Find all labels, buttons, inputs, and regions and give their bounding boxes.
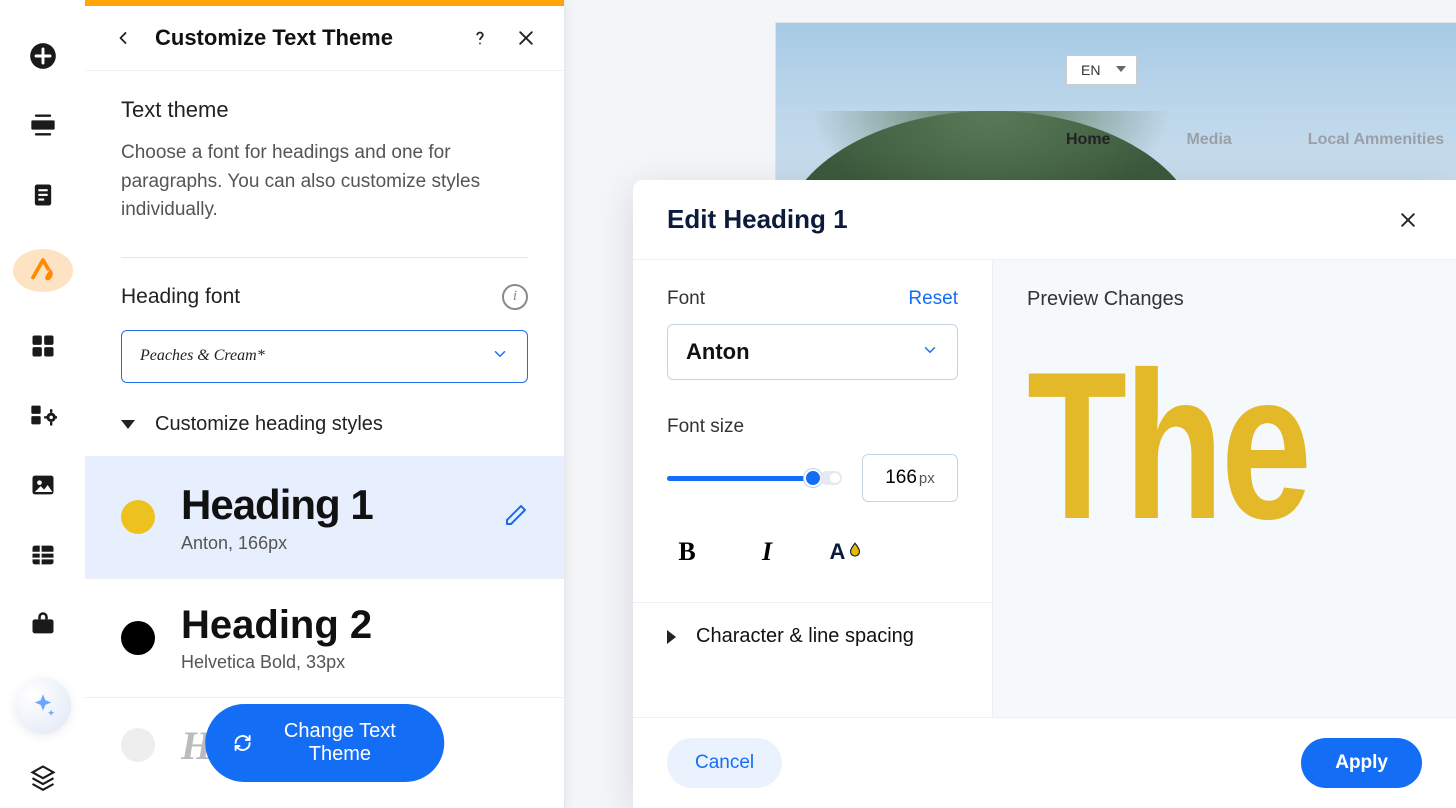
preview-sample: The xyxy=(1027,341,1335,551)
font-label-row: Font Reset xyxy=(667,288,958,310)
text-theme-panel: Customize Text Theme Text theme Choose a… xyxy=(85,0,565,808)
help-icon[interactable] xyxy=(466,24,494,52)
font-label: Font xyxy=(667,288,705,310)
heading-font-label-row: Heading font i xyxy=(121,284,528,310)
color-swatch xyxy=(121,500,155,534)
heading-card-main: Heading 1 Anton, 166px xyxy=(181,481,478,554)
media-icon[interactable] xyxy=(21,469,65,501)
preview-pane: Preview Changes The xyxy=(993,260,1456,717)
left-rail xyxy=(0,0,85,808)
design-icon[interactable] xyxy=(13,249,73,292)
divider xyxy=(121,257,528,258)
ai-assistant-icon[interactable] xyxy=(15,678,71,734)
settings-icon[interactable] xyxy=(21,400,65,432)
nav-item-home[interactable]: Home xyxy=(1066,131,1110,149)
heading-style-card-2[interactable]: Heading 2 Helvetica Bold, 33px xyxy=(85,578,564,697)
cancel-button[interactable]: Cancel xyxy=(667,738,782,788)
close-icon[interactable] xyxy=(512,24,540,52)
heading-font-value: Peaches & Cream* xyxy=(140,347,265,365)
table-icon[interactable] xyxy=(21,539,65,571)
heading-sample: Heading 1 xyxy=(181,481,478,529)
heading-font-label: Heading font xyxy=(121,285,240,309)
font-size-slider[interactable] xyxy=(667,458,840,498)
triangle-right-icon xyxy=(667,630,676,644)
color-swatch xyxy=(121,621,155,655)
color-swatch xyxy=(121,728,155,762)
spacing-label: Character & line spacing xyxy=(696,625,914,648)
color-button[interactable]: A xyxy=(827,532,867,572)
edit-heading-modal: Edit Heading 1 Font Reset Anton Font siz… xyxy=(633,180,1456,808)
modal-controls: Font Reset Anton Font size xyxy=(633,260,993,717)
font-size-unit: px xyxy=(919,470,935,487)
font-size-label: Font size xyxy=(667,416,958,438)
edit-icon[interactable] xyxy=(504,503,528,532)
triangle-down-icon xyxy=(121,420,135,429)
heading-meta: Anton, 166px xyxy=(181,533,478,554)
heading-font-select[interactable]: Peaches & Cream* xyxy=(121,330,528,383)
heading-style-card-1[interactable]: Heading 1 Anton, 166px xyxy=(85,456,564,578)
nav-item-amenities[interactable]: Local Ammenities xyxy=(1308,131,1444,149)
sections-icon[interactable] xyxy=(21,110,65,142)
rail-bottom xyxy=(15,678,71,792)
font-size-row: 166px xyxy=(667,454,958,502)
heading-sample: Heading 2 xyxy=(181,603,528,648)
language-value: EN xyxy=(1081,62,1100,78)
chevron-down-icon xyxy=(491,345,509,368)
customize-headings-label: Customize heading styles xyxy=(155,413,383,436)
heading-meta: Helvetica Bold, 33px xyxy=(181,652,528,673)
panel-title: Customize Text Theme xyxy=(155,25,448,51)
close-icon[interactable] xyxy=(1394,206,1422,234)
italic-button[interactable]: I xyxy=(747,532,787,572)
language-select[interactable]: EN xyxy=(1066,55,1137,85)
modal-footer: Cancel Apply xyxy=(633,717,1456,808)
section-description: Choose a font for headings and one for p… xyxy=(121,139,528,225)
modal-header: Edit Heading 1 xyxy=(633,180,1456,260)
bold-button[interactable]: B xyxy=(667,532,707,572)
heading-card-main: Heading 2 Helvetica Bold, 33px xyxy=(181,603,528,673)
info-icon[interactable]: i xyxy=(502,284,528,310)
apps-icon[interactable] xyxy=(21,330,65,362)
font-select[interactable]: Anton xyxy=(667,324,958,380)
chevron-down-icon xyxy=(921,341,939,364)
chevron-down-icon xyxy=(1116,66,1126,72)
add-icon[interactable] xyxy=(21,40,65,72)
site-nav: Home Media Local Ammenities xyxy=(1066,131,1444,149)
font-size-input[interactable]: 166px xyxy=(862,454,958,502)
reset-link[interactable]: Reset xyxy=(908,288,958,310)
customize-headings-toggle[interactable]: Customize heading styles xyxy=(121,413,528,436)
character-line-spacing-toggle[interactable]: Character & line spacing xyxy=(633,602,992,670)
change-text-theme-button[interactable]: Change Text Theme xyxy=(205,704,445,782)
pages-icon[interactable] xyxy=(21,179,65,211)
modal-body: Font Reset Anton Font size xyxy=(633,260,1456,717)
business-icon[interactable] xyxy=(21,608,65,640)
panel-header: Customize Text Theme xyxy=(85,6,564,71)
change-theme-label: Change Text Theme xyxy=(263,720,416,766)
format-row: B I A xyxy=(667,532,958,572)
font-size-value: 166 xyxy=(885,467,917,489)
preview-label: Preview Changes xyxy=(1027,288,1422,311)
back-icon[interactable] xyxy=(109,24,137,52)
layers-icon[interactable] xyxy=(21,762,65,792)
modal-title: Edit Heading 1 xyxy=(667,204,848,235)
nav-item-media[interactable]: Media xyxy=(1186,131,1231,149)
section-title: Text theme xyxy=(121,97,528,123)
font-value: Anton xyxy=(686,339,750,365)
panel-body: Text theme Choose a font for headings an… xyxy=(85,71,564,808)
apply-button[interactable]: Apply xyxy=(1301,738,1422,788)
